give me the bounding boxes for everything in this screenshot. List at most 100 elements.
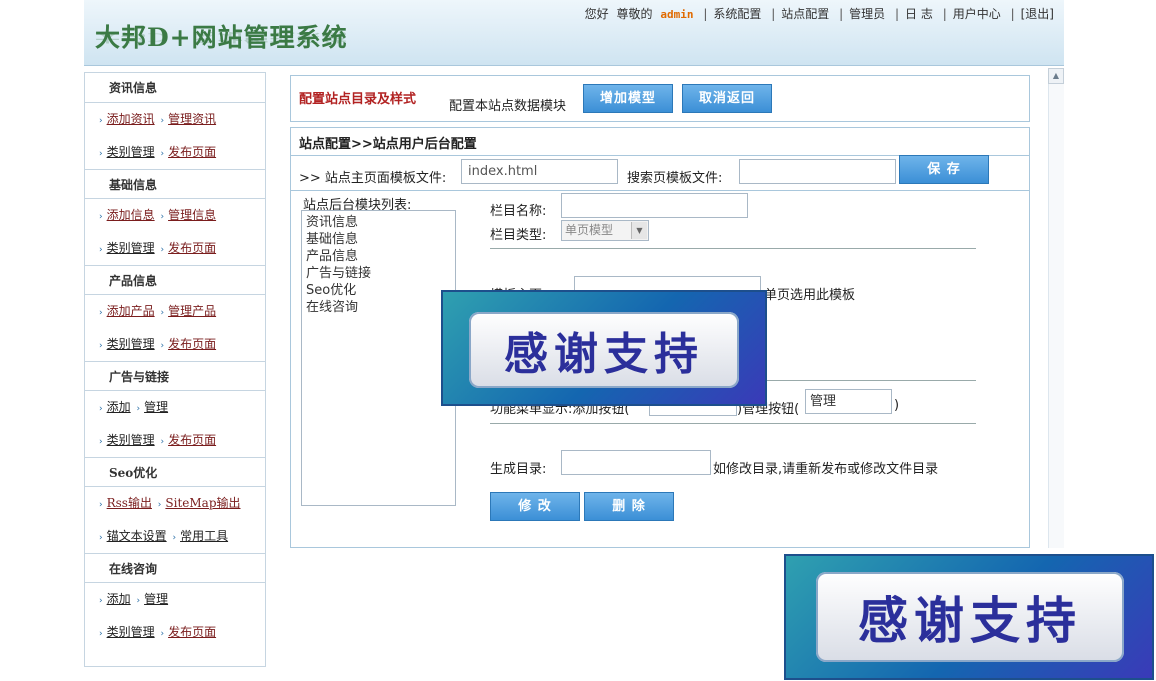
arrow-icon: › bbox=[99, 629, 103, 639]
scroll-up-icon[interactable]: ▲ bbox=[1048, 68, 1064, 84]
sidebar-link[interactable]: 添加 bbox=[107, 592, 131, 606]
respected-text: 尊敬的 bbox=[616, 7, 653, 21]
sidebar-section-title: 基础信息 bbox=[85, 169, 265, 199]
nav-admin[interactable]: 管理员 bbox=[849, 7, 885, 21]
config-header-panel: 配置站点目录及样式 配置本站点数据模块 增加模型 取消返回 bbox=[290, 75, 1030, 122]
list-item[interactable]: 广告与链接 bbox=[306, 265, 451, 282]
arrow-icon: › bbox=[160, 437, 165, 447]
arrow-icon: › bbox=[99, 596, 103, 606]
paren-close: ) bbox=[894, 398, 900, 413]
sidebar-link[interactable]: 类别管理 bbox=[107, 337, 155, 351]
sidebar-link[interactable]: 管理产品 bbox=[168, 304, 216, 318]
arrow-icon: › bbox=[160, 308, 165, 318]
sidebar-link[interactable]: 类别管理 bbox=[107, 241, 155, 255]
save-button[interactable]: 保 存 bbox=[899, 155, 989, 184]
sidebar-link[interactable]: 添加资讯 bbox=[107, 112, 155, 126]
arrow-icon: › bbox=[99, 404, 103, 414]
search-template-input[interactable] bbox=[739, 159, 896, 184]
sidebar-link[interactable]: 管理资讯 bbox=[168, 112, 216, 126]
sidebar-section-news: 资讯信息 › 添加资讯 › 管理资讯 › 类别管理 › 发布页面 bbox=[85, 73, 265, 169]
sidebar-section-title: Seo优化 bbox=[85, 457, 265, 487]
arrow-icon: › bbox=[160, 245, 165, 255]
sidebar-link[interactable]: 类别管理 bbox=[107, 433, 155, 447]
arrow-icon: › bbox=[99, 212, 103, 222]
nav-site-config[interactable]: 站点配置 bbox=[781, 7, 829, 21]
sidebar-link[interactable]: 管理 bbox=[144, 400, 168, 414]
nav-user-center[interactable]: 用户中心 bbox=[953, 7, 1001, 21]
list-item[interactable]: 产品信息 bbox=[306, 248, 451, 265]
arrow-icon: › bbox=[160, 212, 165, 222]
thanks-overlay-badge: 感谢支持 bbox=[784, 554, 1154, 680]
sidebar-link[interactable]: 类别管理 bbox=[107, 625, 155, 639]
sidebar-section-consult: 在线咨询 › 添加 › 管理 › 类别管理 › 发布页面 bbox=[85, 553, 265, 649]
nav-log[interactable]: 日 志 bbox=[905, 7, 933, 21]
arrow-icon: › bbox=[160, 629, 165, 639]
column-type-select[interactable]: 单页模型 ▼ bbox=[561, 220, 649, 241]
cancel-return-button[interactable]: 取消返回 bbox=[682, 84, 772, 113]
single-template-note: 单页选用此模板 bbox=[764, 288, 856, 303]
sidebar-section-title: 产品信息 bbox=[85, 265, 265, 295]
column-type-value: 单页模型 bbox=[565, 223, 614, 237]
edit-button[interactable]: 修 改 bbox=[490, 492, 580, 521]
vertical-scrollbar[interactable] bbox=[1048, 68, 1064, 548]
arrow-icon: › bbox=[157, 500, 162, 510]
search-template-label: 搜索页模板文件: bbox=[627, 171, 723, 186]
arrow-icon: › bbox=[99, 500, 103, 510]
sidebar-link[interactable]: 添加信息 bbox=[107, 208, 155, 222]
sidebar-link[interactable]: 管理信息 bbox=[168, 208, 216, 222]
arrow-icon: › bbox=[99, 245, 103, 255]
list-item[interactable]: 资讯信息 bbox=[306, 214, 451, 231]
sidebar-link[interactable]: 类别管理 bbox=[107, 145, 155, 159]
nav-logout[interactable]: [退出] bbox=[1021, 7, 1054, 21]
main-template-input[interactable]: index.html bbox=[461, 159, 618, 184]
list-item[interactable]: Seo优化 bbox=[306, 282, 451, 299]
sidebar-link[interactable]: Rss输出 bbox=[107, 496, 152, 510]
header-banner: 大邦D+网站管理系统 大邦D+网站管理系统 您好 尊敬的 admin | 系统配置… bbox=[84, 0, 1064, 66]
panel-description: 配置本站点数据模块 bbox=[449, 99, 567, 114]
column-name-label: 栏目名称: bbox=[490, 204, 547, 219]
sidebar-section-title: 在线咨询 bbox=[85, 553, 265, 583]
manage-button-text-input[interactable]: 管理 bbox=[805, 389, 892, 414]
sidebar-link[interactable]: 发布页面 bbox=[168, 145, 216, 159]
sidebar-section-basic: 基础信息 › 添加信息 › 管理信息 › 类别管理 › 发布页面 bbox=[85, 169, 265, 265]
thanks-overlay-badge: 感谢支持 bbox=[441, 290, 767, 406]
sidebar-link[interactable]: 常用工具 bbox=[180, 529, 228, 543]
main-template-label: >> 站点主页面模板文件: bbox=[299, 171, 447, 186]
arrow-icon: › bbox=[99, 149, 103, 159]
sidebar-link[interactable]: 添加 bbox=[107, 400, 131, 414]
sidebar-section-seo: Seo优化 › Rss输出 › SiteMap输出 › 锚文本设置 › 常用工具 bbox=[85, 457, 265, 553]
column-type-label: 栏目类型: bbox=[490, 228, 547, 243]
sidebar-link[interactable]: 管理 bbox=[144, 592, 168, 606]
sidebar-section-ads: 广告与链接 › 添加 › 管理 › 类别管理 › 发布页面 bbox=[85, 361, 265, 457]
column-name-input[interactable] bbox=[561, 193, 748, 218]
sidebar-link[interactable]: 发布页面 bbox=[168, 433, 216, 447]
greeting-text: 您好 bbox=[584, 7, 609, 21]
sidebar-section-title: 资讯信息 bbox=[85, 73, 265, 103]
thanks-text: 感谢支持 bbox=[504, 329, 704, 380]
sidebar-link[interactable]: 发布页面 bbox=[168, 625, 216, 639]
top-nav: 您好 尊敬的 admin | 系统配置 | 站点配置 | 管理员 | 日 志 | 用户中心… bbox=[584, 7, 1054, 21]
chevron-down-icon[interactable]: ▼ bbox=[631, 222, 647, 239]
app-logo-reflection: 大邦D+网站管理系统 bbox=[95, 30, 348, 44]
panel-title: 配置站点目录及样式 bbox=[299, 92, 417, 107]
sidebar-link[interactable]: 锚文本设置 bbox=[107, 529, 167, 543]
sidebar-link[interactable]: 发布页面 bbox=[168, 241, 216, 255]
breadcrumb: 站点配置>>站点用户后台配置 bbox=[299, 137, 477, 152]
list-item[interactable]: 在线咨询 bbox=[306, 299, 451, 316]
generate-dir-label: 生成目录: bbox=[490, 462, 547, 477]
list-item[interactable]: 基础信息 bbox=[306, 231, 451, 248]
delete-button[interactable]: 删 除 bbox=[584, 492, 674, 521]
add-model-button[interactable]: 增加模型 bbox=[583, 84, 673, 113]
arrow-icon: › bbox=[99, 116, 103, 126]
module-listbox[interactable]: 资讯信息 基础信息 产品信息 广告与链接 Seo优化 在线咨询 bbox=[301, 210, 456, 506]
arrow-icon: › bbox=[136, 404, 141, 414]
thanks-text: 感谢支持 bbox=[858, 592, 1082, 650]
sidebar-link[interactable]: 发布页面 bbox=[168, 337, 216, 351]
sidebar-link[interactable]: 添加产品 bbox=[107, 304, 155, 318]
sidebar-link[interactable]: SiteMap输出 bbox=[165, 496, 240, 510]
arrow-icon: › bbox=[160, 116, 165, 126]
username: admin bbox=[660, 8, 694, 21]
nav-system-config[interactable]: 系统配置 bbox=[713, 7, 761, 21]
arrow-icon: › bbox=[136, 596, 141, 606]
generate-dir-input[interactable] bbox=[561, 450, 711, 475]
